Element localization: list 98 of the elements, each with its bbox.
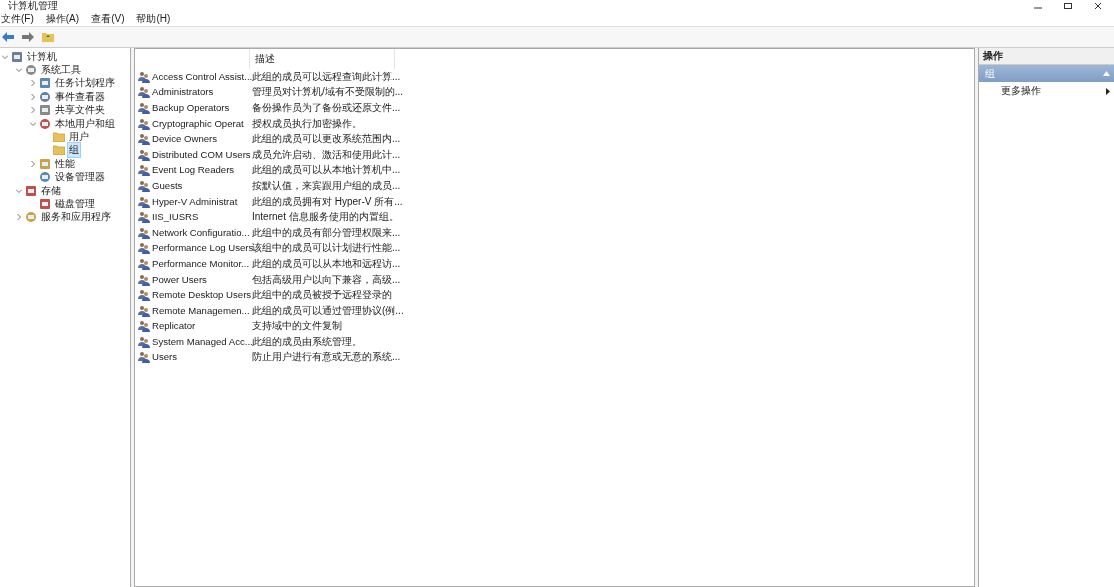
menu-item[interactable]: 帮助(H) — [135, 12, 172, 26]
table-cell-text: Cryptographic Operat — [152, 117, 245, 130]
users-icon — [138, 117, 150, 130]
column-header[interactable]: 描述 — [250, 49, 395, 69]
tree-item[interactable]: 服务和应用程序 — [39, 209, 113, 226]
chevron-down-icon[interactable] — [29, 120, 36, 127]
chevron-down-icon[interactable] — [15, 67, 22, 74]
pane-title: 操作 — [979, 48, 1114, 65]
users-icon — [138, 195, 150, 208]
table-cell-text: Device Owners — [152, 133, 219, 146]
chevron-right-icon[interactable] — [29, 107, 36, 114]
table-cell: 此组的成员可以从本地计算机中... — [252, 164, 401, 177]
table-cell-text: Power Users — [152, 273, 208, 286]
users-icon — [138, 242, 150, 255]
table-cell: Distributed COM Users — [152, 148, 250, 161]
node-icon — [25, 211, 37, 224]
folder-icon — [53, 132, 65, 143]
table-cell: 按默认值，来宾跟用户组的成员... — [252, 179, 401, 192]
table-cell: 备份操作员为了备份或还原文件... — [252, 102, 401, 114]
table-cell: 此组的成员可以远程查询此计算... — [252, 70, 401, 83]
menu-item[interactable]: 文件(F) — [0, 12, 35, 26]
users-icon — [138, 320, 150, 333]
table-cell: 成员允许启动、激活和使用此计... — [252, 148, 401, 161]
chevron-right-icon[interactable] — [29, 80, 36, 87]
forward-icon[interactable] — [22, 32, 34, 42]
submenu-arrow-icon — [1106, 87, 1110, 95]
table-cell: 防止用户进行有意或无意的系统... — [252, 351, 401, 364]
users-icon — [138, 70, 150, 83]
maximize-icon[interactable] — [1064, 3, 1072, 9]
window-title: 计算机管理 — [8, 0, 58, 12]
table-cell: 此组中的成员有部分管理权限来... — [252, 226, 401, 239]
table-cell: 此组的成员由系统管理。 — [252, 335, 362, 348]
table-cell: 管理员对计算机/域有不受限制的... — [252, 86, 404, 99]
node-icon — [39, 157, 51, 170]
tree-item[interactable]: 磁盘管理 — [53, 196, 97, 212]
users-icon — [138, 226, 150, 239]
node-icon — [39, 117, 51, 130]
table-cell: Network Configuratio... — [152, 226, 250, 239]
table-cell: 此组的成员可以更改系统范围内... — [252, 133, 401, 146]
users-icon — [138, 273, 150, 286]
table-cell: 授权成员执行加密操作。 — [252, 117, 362, 130]
table-cell: Remote Desktop Users — [152, 289, 250, 302]
table-cell: 此组的成员可以从本地和远程访... — [252, 257, 401, 270]
chevron-right-icon[interactable] — [15, 214, 22, 221]
users-icon — [138, 304, 150, 317]
table-cell-text: Administrators — [152, 86, 215, 99]
table-cell: 此组的成员可以通过管理协议(例... — [252, 304, 404, 317]
node-icon — [39, 171, 51, 184]
node-icon — [39, 104, 51, 117]
table-cell: 此组的成员拥有对 Hyper-V 所有... — [252, 195, 403, 208]
table-cell: 包括高级用户以向下兼容，高级... — [252, 273, 401, 286]
chevron-right-icon[interactable] — [29, 160, 36, 167]
users-icon — [138, 164, 150, 177]
users-icon — [138, 335, 150, 348]
chevron-right-icon[interactable] — [29, 93, 36, 100]
node-icon — [39, 198, 51, 210]
table-cell: Internet 信息服务使用的内置组。 — [252, 211, 399, 224]
node-icon — [39, 90, 51, 103]
action-item[interactable]: 更多操作 — [979, 82, 1114, 100]
back-icon[interactable] — [2, 32, 14, 42]
close-icon[interactable] — [1094, 3, 1102, 9]
table-cell-text: Replicator — [152, 320, 197, 333]
node-icon — [11, 50, 23, 63]
folder-up-icon[interactable] — [42, 32, 54, 42]
users-icon — [138, 86, 150, 99]
chevron-down-icon[interactable] — [15, 187, 22, 194]
folder-icon — [53, 145, 65, 156]
users-icon — [138, 257, 150, 270]
node-icon — [25, 184, 37, 197]
users-icon — [138, 148, 150, 161]
table-cell: System Managed Acc... — [152, 335, 250, 348]
table-cell-text: Hyper-V Administrat — [152, 195, 239, 208]
table-cell-text: Backup Operators — [152, 102, 231, 114]
node-icon — [25, 64, 37, 77]
action-label: 更多操作 — [1001, 84, 1041, 98]
table-cell: 支持域中的文件复制 — [252, 320, 342, 333]
section-title: 组 — [985, 66, 995, 81]
table-cell: Performance Monitor... — [152, 257, 250, 270]
collapse-icon[interactable] — [1103, 71, 1110, 76]
table-cell-text: Users — [152, 351, 179, 364]
users-icon — [138, 179, 150, 192]
table-cell: Remote Managemen... — [152, 304, 250, 317]
table-cell-text: Guests — [152, 179, 184, 192]
menu-item[interactable]: 操作(A) — [44, 12, 81, 26]
menu-item[interactable]: 查看(V) — [90, 12, 126, 26]
users-icon — [138, 289, 150, 302]
tree-item[interactable]: 组 — [67, 142, 81, 159]
users-icon — [138, 133, 150, 146]
table-cell: 该组中的成员可以计划进行性能... — [252, 242, 401, 255]
table-cell-text: Event Log Readers — [152, 164, 236, 177]
users-icon — [138, 211, 150, 224]
users-icon — [138, 102, 150, 114]
chevron-down-icon[interactable] — [1, 53, 8, 60]
table-cell: 此组中的成员被授予远程登录的 — [252, 289, 392, 302]
node-icon — [39, 77, 51, 90]
table-cell-text: IIS_IUSRS — [152, 211, 200, 224]
users-icon — [138, 351, 150, 364]
tree-item[interactable]: 计算机 — [25, 48, 59, 65]
